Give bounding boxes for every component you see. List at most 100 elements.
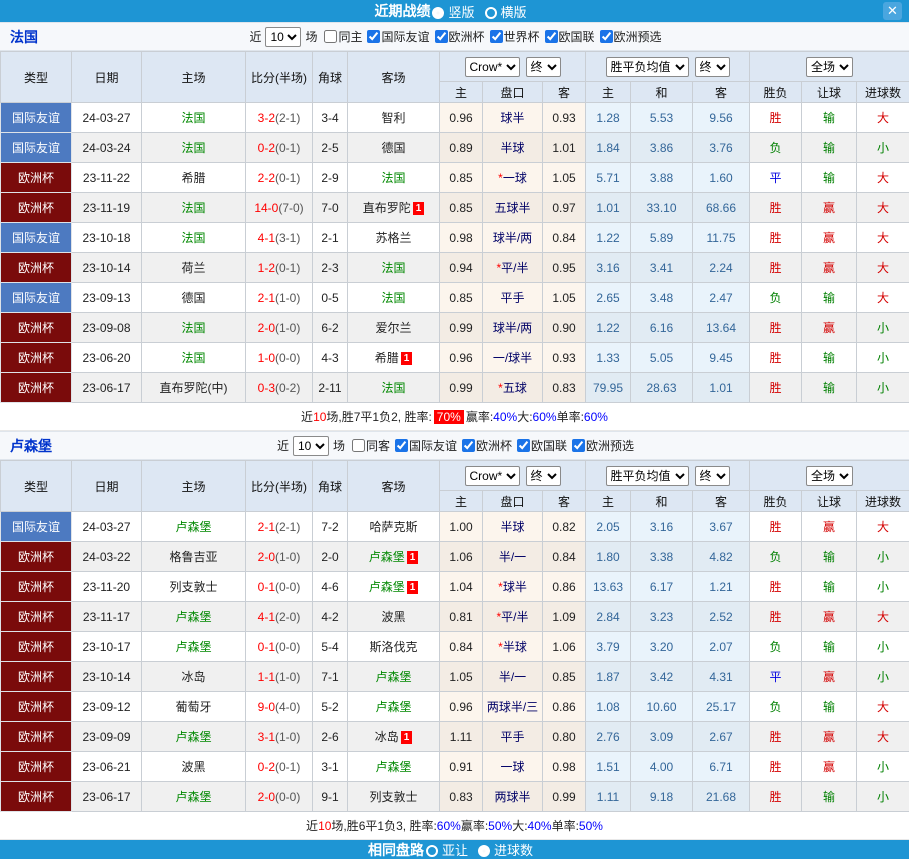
half-time-score: (0-1) (275, 760, 300, 774)
red-card-badge: 1 (413, 202, 425, 215)
summary-text: 10 (313, 410, 326, 424)
competition-checkbox[interactable]: 欧洲预选 (600, 28, 662, 45)
match-date-cell: 23-06-20 (72, 343, 142, 373)
summary-text: 大: (517, 408, 532, 425)
overunder-result-cell: 大 (857, 253, 909, 283)
home-team-name: 希腊 (181, 171, 205, 185)
summary-text: 10 (318, 819, 331, 833)
radio-label: 竖版 (448, 5, 474, 20)
handicap-line: 一/球半 (493, 351, 532, 365)
handicap-result-cell: 赢 (802, 722, 857, 752)
draw-odds-cell: 3.20 (631, 632, 693, 662)
wdl-average-select[interactable]: 胜平负均值 (606, 466, 689, 486)
match-count-select[interactable]: 10 (293, 436, 329, 456)
away-odds-cell: 0.83 (543, 373, 586, 403)
match-date-cell: 23-10-14 (72, 253, 142, 283)
close-icon[interactable]: ✕ (883, 2, 902, 20)
match-date-cell: 23-11-19 (72, 193, 142, 223)
checkbox-label: 欧洲预选 (614, 28, 662, 45)
competition-checkbox-input[interactable] (545, 30, 558, 43)
corner-cell: 2-0 (313, 542, 348, 572)
col-subheader: 让球 (802, 491, 857, 512)
col-header: 角球 (313, 52, 348, 103)
home-team-cell: 直布罗陀(中) (142, 373, 246, 403)
match-row: 欧洲杯23-11-17卢森堡4-1(2-0)4-2波黑0.81*平/半1.092… (1, 602, 909, 632)
competition-checkbox[interactable]: 欧国联 (545, 28, 595, 45)
competition-checkbox-input[interactable] (395, 439, 408, 452)
result-cell: 胜 (750, 253, 802, 283)
same-venue-checkbox[interactable]: 同客 (352, 437, 390, 454)
full-match-select[interactable]: 全场 (806, 466, 853, 486)
score-cell: 4-1(3-1) (246, 223, 313, 253)
win-odds-cell: 1.22 (586, 313, 631, 343)
score-cell: 3-1(1-0) (246, 722, 313, 752)
home-team-cell: 格鲁吉亚 (142, 542, 246, 572)
win-odds-cell: 3.16 (586, 253, 631, 283)
competition-checkbox-input[interactable] (517, 439, 530, 452)
wdl-average-select[interactable]: 胜平负均值 (606, 57, 689, 77)
home-team-cell: 卢森堡 (142, 632, 246, 662)
match-row: 欧洲杯23-10-17卢森堡0-1(0-0)5-4斯洛伐克0.84*半球1.06… (1, 632, 909, 662)
competition-checkbox[interactable]: 世界杯 (490, 28, 540, 45)
corner-cell: 2-11 (313, 373, 348, 403)
competition-checkbox-input[interactable] (490, 30, 503, 43)
match-row: 欧洲杯23-06-17卢森堡2-0(0-0)9-1列支敦士0.83两球半0.99… (1, 782, 909, 812)
bookmaker-select[interactable]: Crow* (465, 466, 520, 486)
competition-checkbox-input[interactable] (600, 30, 613, 43)
handicap-line: 球半/两 (493, 231, 532, 245)
half-time-score: (1-0) (275, 291, 300, 305)
full-time-score: 2-1 (258, 291, 275, 305)
final-odds-select[interactable]: 终 (695, 466, 730, 486)
final-odds-select[interactable]: 终 (695, 57, 730, 77)
match-type-cell: 欧洲杯 (1, 163, 72, 193)
draw-odds-cell: 3.09 (631, 722, 693, 752)
half-time-score: (0-0) (275, 351, 300, 365)
final-odds-select[interactable]: 终 (526, 57, 561, 77)
goals-radio[interactable] (478, 845, 490, 857)
away-team-cell: 哈萨克斯 (348, 512, 440, 542)
match-count-select[interactable]: 10 (265, 27, 301, 47)
full-match-select[interactable]: 全场 (806, 57, 853, 77)
away-team-cell: 苏格兰 (348, 223, 440, 253)
competition-checkbox[interactable]: 欧洲杯 (435, 28, 485, 45)
handicap-line: 一球 (500, 760, 524, 774)
col-header: 比分(半场) (246, 52, 313, 103)
handicap-cell: 平手 (483, 722, 543, 752)
same-venue-checkbox[interactable]: 同主 (324, 28, 362, 45)
score-cell: 2-0(0-0) (246, 782, 313, 812)
competition-checkbox-input[interactable] (572, 439, 585, 452)
corner-cell: 4-2 (313, 602, 348, 632)
asian-handicap-radio[interactable] (426, 845, 438, 857)
competition-checkbox[interactable]: 国际友谊 (395, 437, 457, 454)
handicap-line: 五球半 (494, 201, 530, 215)
competition-checkbox[interactable]: 国际友谊 (367, 28, 429, 45)
home-odds-cell: 1.11 (440, 722, 483, 752)
competition-checkbox-input[interactable] (367, 30, 380, 43)
half-time-score: (2-0) (275, 610, 300, 624)
competition-checkbox[interactable]: 欧国联 (517, 437, 567, 454)
competition-checkbox[interactable]: 欧洲预选 (572, 437, 634, 454)
result-cell: 胜 (750, 572, 802, 602)
match-date-cell: 23-11-20 (72, 572, 142, 602)
home-team-name: 法国 (181, 141, 205, 155)
match-type-cell: 欧洲杯 (1, 662, 72, 692)
bookmaker-select[interactable]: Crow* (465, 57, 520, 77)
handicap-cell: *五球 (483, 373, 543, 403)
final-odds-select[interactable]: 终 (526, 466, 561, 486)
corner-cell: 9-1 (313, 782, 348, 812)
match-date-cell: 23-06-21 (72, 752, 142, 782)
horizontal-layout-radio[interactable] (485, 7, 497, 19)
summary-text: 60% (584, 410, 608, 424)
away-odds-cell: 0.98 (543, 752, 586, 782)
competition-checkbox-input[interactable] (462, 439, 475, 452)
draw-odds-cell: 5.89 (631, 223, 693, 253)
competition-checkbox[interactable]: 欧洲杯 (462, 437, 512, 454)
full-time-score: 2-0 (258, 550, 275, 564)
away-odds-cell: 0.99 (543, 782, 586, 812)
competition-checkbox-input[interactable] (435, 30, 448, 43)
vertical-layout-radio[interactable] (432, 7, 444, 19)
col-subheader: 和 (631, 491, 693, 512)
half-time-score: (7-0) (278, 201, 303, 215)
games-label: 场 (305, 28, 317, 45)
col-subheader: 客 (693, 82, 750, 103)
